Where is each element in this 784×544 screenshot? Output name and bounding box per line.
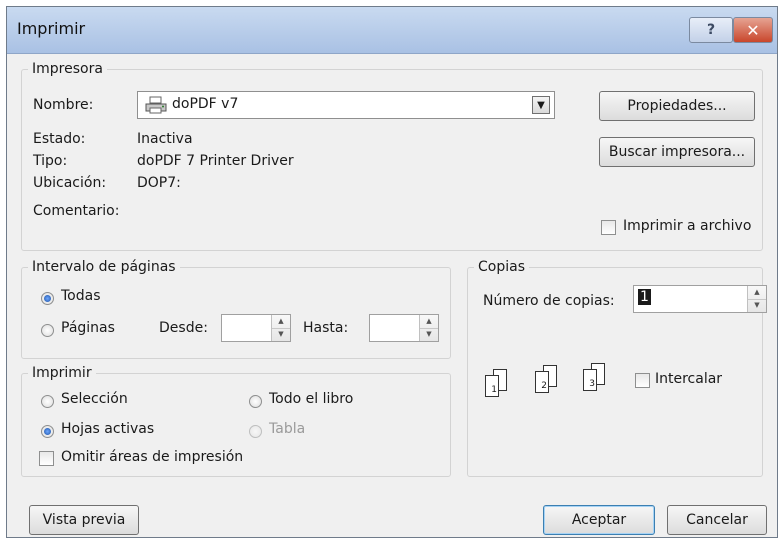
collate-page-number-2: 2 bbox=[541, 381, 547, 391]
ignore-print-areas-checkbox[interactable] bbox=[39, 451, 54, 466]
print-to-file-label: Imprimir a archivo bbox=[623, 218, 752, 234]
printer-name-value: doPDF v7 bbox=[172, 96, 239, 112]
location-value: DOP7: bbox=[137, 175, 181, 191]
ignore-print-areas-label: Omitir áreas de impresión bbox=[61, 449, 244, 465]
printer-name-label: Nombre: bbox=[33, 97, 94, 113]
entire-workbook-radio[interactable] bbox=[249, 395, 262, 408]
entire-workbook-label: Todo el libro bbox=[269, 391, 354, 407]
type-label: Tipo: bbox=[33, 153, 68, 169]
all-pages-radio[interactable] bbox=[41, 292, 54, 305]
page-range-group-label: Intervalo de páginas bbox=[32, 259, 176, 275]
printer-name-dropdown[interactable]: doPDF v7 ▼ bbox=[137, 91, 555, 119]
selection-label: Selección bbox=[61, 391, 128, 407]
find-printer-button[interactable]: Buscar impresora... bbox=[599, 137, 755, 167]
status-label: Estado: bbox=[33, 131, 86, 147]
active-sheets-radio[interactable] bbox=[41, 425, 54, 438]
page-range-group: Intervalo de páginas bbox=[21, 259, 451, 359]
all-pages-label: Todas bbox=[61, 288, 101, 304]
collate-page-number-1: 1 bbox=[491, 385, 497, 395]
printer-icon bbox=[145, 96, 167, 114]
chevron-down-icon[interactable]: ▼ bbox=[532, 96, 550, 114]
comment-label: Comentario: bbox=[33, 203, 120, 219]
spinner-arrows-icon[interactable]: ▲ ▼ bbox=[419, 315, 438, 341]
location-label: Ubicación: bbox=[33, 175, 107, 191]
properties-button[interactable]: Propiedades... bbox=[599, 91, 755, 121]
collate-page-front: 3 bbox=[583, 369, 597, 391]
collate-page-front: 2 bbox=[535, 371, 549, 393]
collate-label: Intercalar bbox=[655, 371, 723, 387]
title-bar: Imprimir ? ✕ bbox=[7, 7, 777, 54]
printer-group-label: Impresora bbox=[32, 61, 103, 77]
cancel-button[interactable]: Cancelar bbox=[667, 505, 767, 535]
table-label: Tabla bbox=[269, 421, 306, 437]
pages-radio[interactable] bbox=[41, 324, 54, 337]
collate-page-number-3: 3 bbox=[589, 379, 595, 389]
collate-page-front: 1 bbox=[485, 375, 499, 397]
pages-label: Páginas bbox=[61, 320, 115, 336]
print-what-group-label: Imprimir bbox=[32, 365, 92, 381]
spinner-arrows-icon[interactable]: ▲ ▼ bbox=[747, 286, 766, 312]
copies-number-label: Número de copias: bbox=[483, 293, 615, 309]
print-to-file-checkbox[interactable] bbox=[601, 220, 616, 235]
selection-radio[interactable] bbox=[41, 395, 54, 408]
active-sheets-label: Hojas activas bbox=[61, 421, 155, 437]
ok-button[interactable]: Aceptar bbox=[543, 505, 655, 535]
copies-group-label: Copias bbox=[478, 259, 525, 275]
copies-spinner[interactable]: 1 ▲ ▼ bbox=[633, 285, 767, 313]
copies-number-value[interactable]: 1 bbox=[638, 289, 651, 305]
collate-checkbox[interactable] bbox=[635, 373, 650, 388]
from-spinner[interactable]: ▲ ▼ bbox=[221, 314, 291, 342]
close-button[interactable]: ✕ bbox=[733, 17, 773, 43]
print-preview-button[interactable]: Vista previa bbox=[29, 505, 139, 535]
status-value: Inactiva bbox=[137, 131, 193, 147]
help-icon: ? bbox=[706, 22, 716, 38]
spinner-arrows-icon[interactable]: ▲ ▼ bbox=[271, 315, 290, 341]
print-dialog: Imprimir ? ✕ Impresora Nombre: doPDF v7 … bbox=[6, 6, 778, 538]
table-radio bbox=[249, 425, 262, 438]
to-label: Hasta: bbox=[303, 320, 349, 336]
type-value: doPDF 7 Printer Driver bbox=[137, 153, 294, 169]
to-spinner[interactable]: ▲ ▼ bbox=[369, 314, 439, 342]
close-icon: ✕ bbox=[746, 20, 760, 40]
dialog-title: Imprimir bbox=[17, 19, 86, 38]
help-button[interactable]: ? bbox=[689, 17, 733, 43]
from-label: Desde: bbox=[159, 320, 208, 336]
